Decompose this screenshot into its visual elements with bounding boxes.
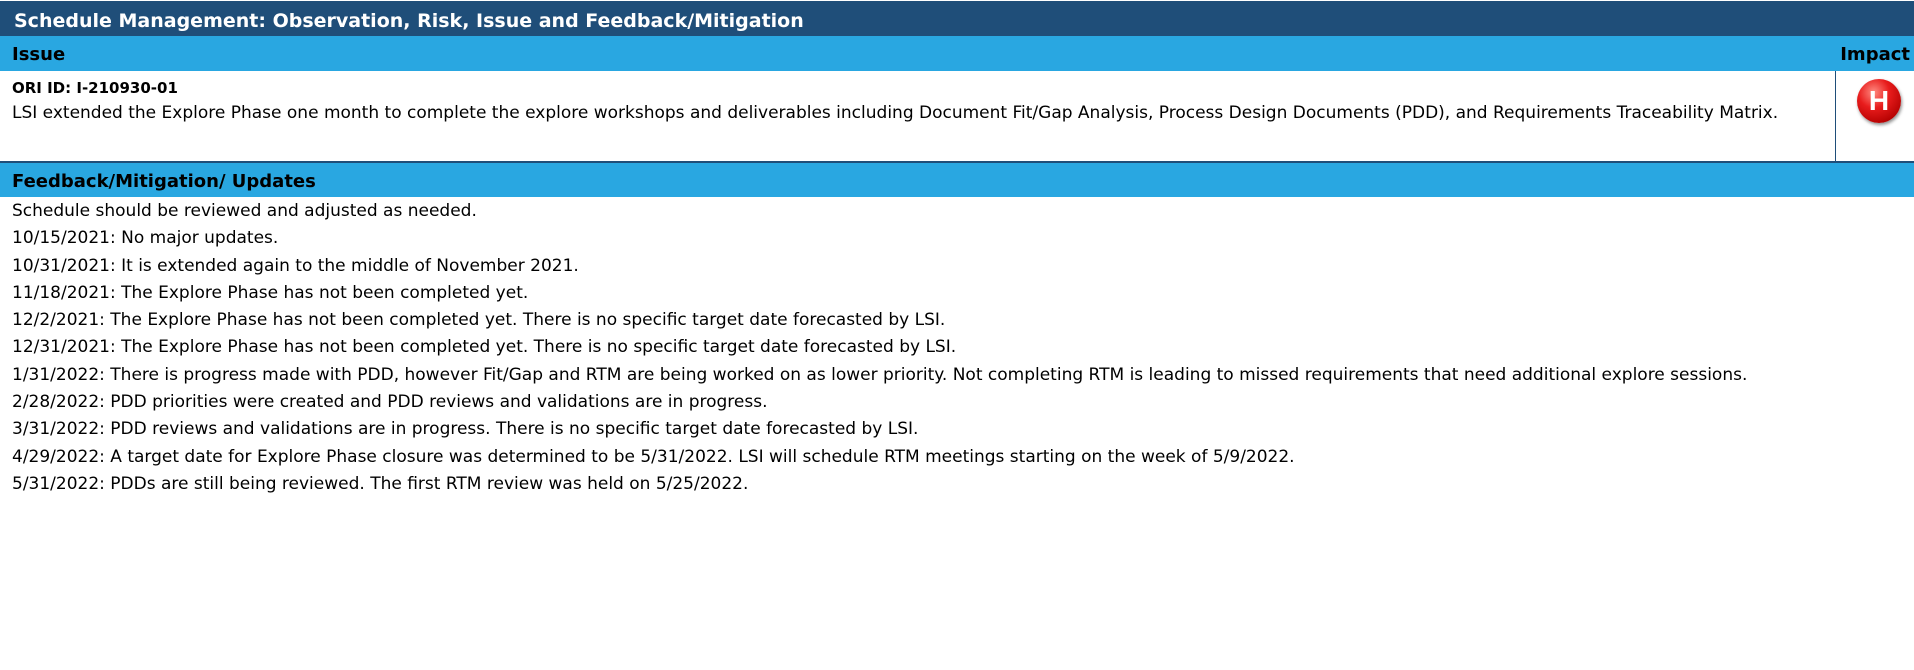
issue-row: ORI ID: I-210930-01 LSI extended the Exp… xyxy=(0,71,1914,161)
feedback-line: 11/18/2021: The Explore Phase has not be… xyxy=(12,282,529,303)
feedback-line: Schedule should be reviewed and adjusted… xyxy=(12,201,477,221)
issue-description: LSI extended the Explore Phase one month… xyxy=(12,103,1779,123)
feedback-line: 12/31/2021: The Explore Phase has not be… xyxy=(12,337,957,358)
page-title: Schedule Management: Observation, Risk, … xyxy=(0,0,1914,36)
feedback-list: Schedule should be reviewed and adjusted… xyxy=(12,198,1892,498)
impact-cell: H xyxy=(1835,71,1914,161)
feedback-line: 1/31/2022: There is progress made with P… xyxy=(12,364,1748,385)
feedback-line: 10/15/2021: No major updates. xyxy=(12,228,279,249)
impact-high-icon: H xyxy=(1857,79,1901,123)
ori-id: ORI ID: I-210930-01 xyxy=(12,79,178,97)
issue-header-label: Issue xyxy=(12,44,66,65)
feedback-line: 4/29/2022: A target date for Explore Pha… xyxy=(12,446,1295,467)
issue-text-cell: ORI ID: I-210930-01 LSI extended the Exp… xyxy=(12,76,1832,127)
feedback-line: 2/28/2022: PDD priorities were created a… xyxy=(12,392,768,413)
feedback-line: 5/31/2022: PDDs are still being reviewed… xyxy=(12,473,749,494)
impact-header-label: Impact xyxy=(1840,44,1910,65)
feedback-line: 12/2/2021: The Explore Phase has not bee… xyxy=(12,310,946,331)
feedback-line: 3/31/2022: PDD reviews and validations a… xyxy=(12,419,919,440)
feedback-header: Feedback/Mitigation/ Updates xyxy=(0,163,1914,197)
issue-header-row: Issue Impact xyxy=(0,36,1914,71)
feedback-line: 10/31/2021: It is extended again to the … xyxy=(12,255,579,276)
